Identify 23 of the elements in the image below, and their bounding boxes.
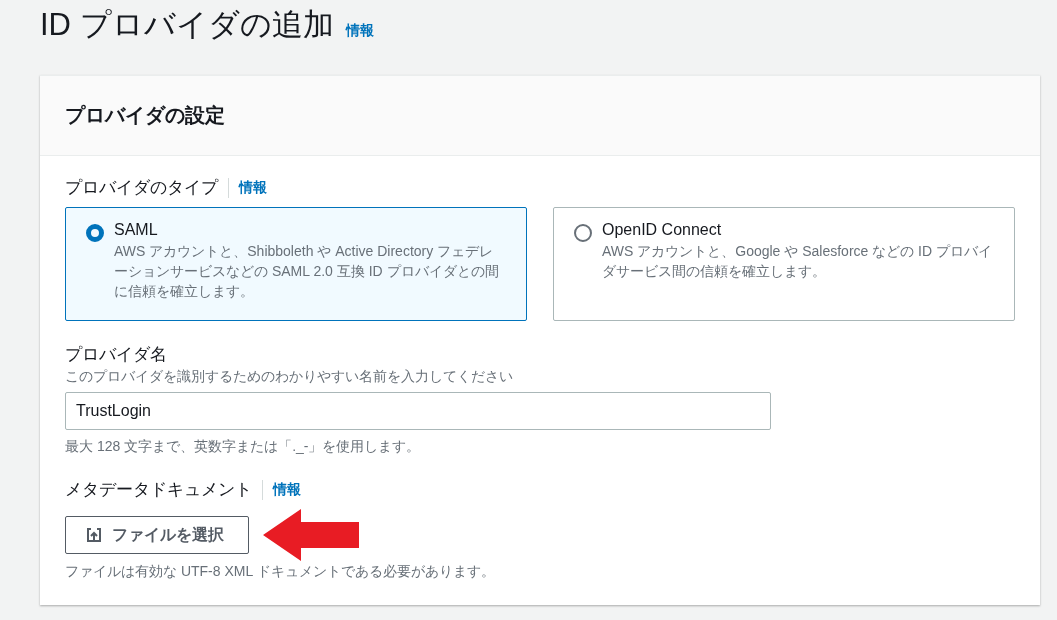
info-link[interactable]: 情報 bbox=[273, 480, 301, 499]
field-constraint: ファイルは有効な UTF-8 XML ドキュメントである必要があります。 bbox=[65, 563, 496, 581]
info-link[interactable]: 情報 bbox=[345, 22, 374, 40]
field-label: プロバイダのタイプ bbox=[65, 177, 218, 199]
field-label: プロバイダ名 bbox=[65, 344, 168, 366]
choose-file-button[interactable]: ファイルを選択 bbox=[65, 516, 249, 554]
page-title: ID プロバイダの追加 bbox=[40, 6, 334, 44]
provider-type-option[interactable]: OpenID Connect AWS アカウントと、Google や Salesforce などの ID プロバイダサービス間の信頼を確立します。 bbox=[553, 207, 1015, 321]
radio-button[interactable] bbox=[86, 224, 104, 242]
upload-icon bbox=[86, 527, 102, 543]
option-description: AWS アカウントと、Shibboleth や Active Directory フェデレーションサービスなどの SAML 2.0 互換 ID プロバイダとの間に信頼を確立します。 bbox=[114, 242, 500, 301]
name-input-field[interactable]: TrustLogin bbox=[65, 392, 771, 430]
left-arrow-icon bbox=[263, 509, 359, 561]
field-constraint: 最大 128 文字まで、英数字または「._-」を使用します。 bbox=[65, 438, 422, 456]
option-description: AWS アカウントと、Google や Salesforce などの ID プロバイダサービス間の信頼を確立します。 bbox=[602, 242, 993, 281]
provider-type-option[interactable]: SAML AWS アカウントと、Shibboleth や Active Directory フェデレーションサービスなどの SAML 2.0 互換 ID プロバイダとの間に信頼を確立します。 bbox=[65, 207, 527, 321]
field-label: メタデータドキュメント bbox=[65, 479, 252, 501]
field-description: このプロバイダを識別するためのわかりやすい名前を入力してください bbox=[65, 368, 514, 386]
info-link[interactable]: 情報 bbox=[239, 178, 267, 197]
panel-title: プロバイダの設定 bbox=[65, 103, 225, 128]
option-title: OpenID Connect bbox=[602, 221, 723, 239]
option-title: SAML bbox=[114, 221, 159, 239]
radio-button[interactable] bbox=[574, 224, 592, 242]
